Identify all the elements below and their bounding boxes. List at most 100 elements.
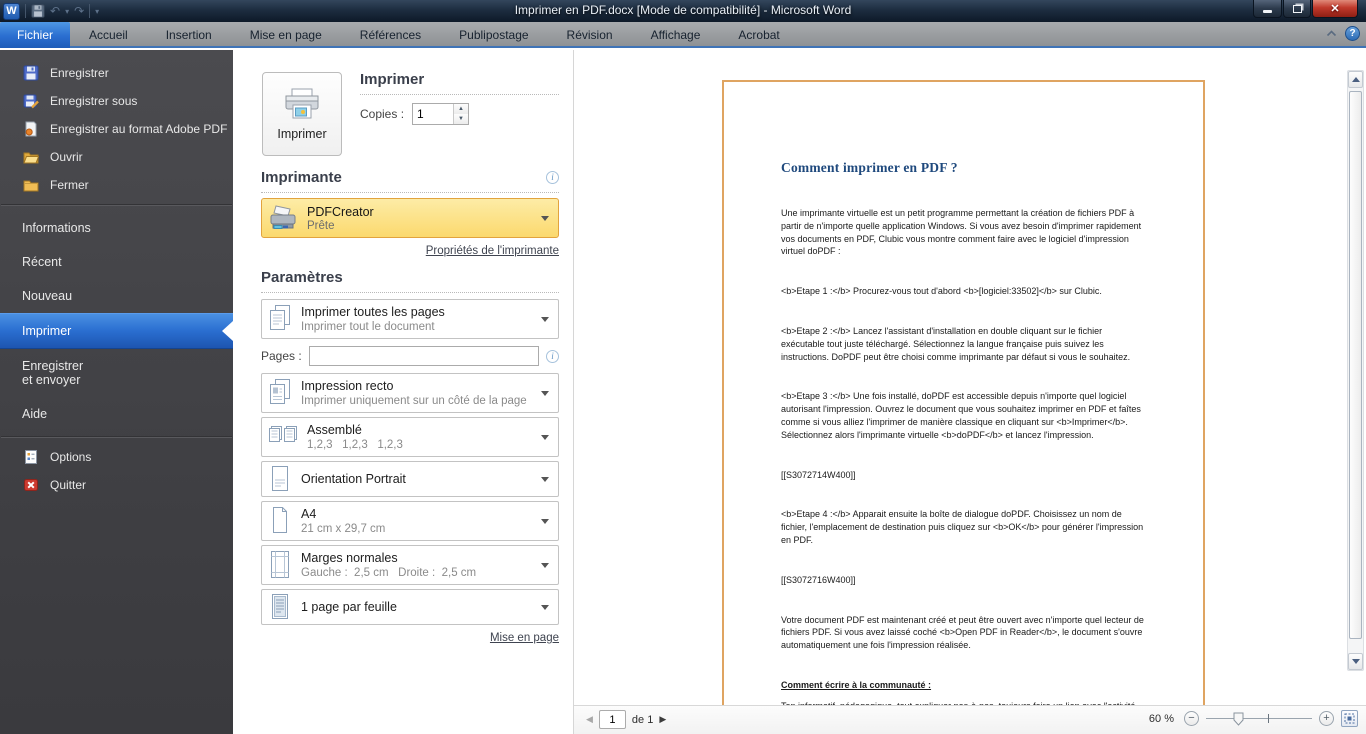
sidebar-item-ouvrir[interactable]: Ouvrir (0, 143, 233, 171)
closed-folder-icon (23, 180, 39, 192)
one-sided-icon (270, 379, 290, 404)
chevron-down-icon (541, 605, 549, 610)
window-title: Imprimer en PDF.docx [Mode de compatibil… (514, 3, 852, 17)
printer-device-icon (270, 205, 296, 229)
sidebar-item-options[interactable]: Options (0, 443, 233, 471)
zoom-slider-center-tick (1268, 714, 1269, 723)
print-section-heading: Imprimer (360, 71, 425, 88)
document-paragraph: <b>Etape 2 :</b> Lancez l'assistant d'in… (781, 325, 1131, 362)
chevron-down-icon (541, 519, 549, 524)
sidebar-item-fermer[interactable]: Fermer (0, 171, 233, 199)
scroll-up-button[interactable] (1348, 71, 1363, 88)
help-icon[interactable]: ? (1345, 26, 1360, 41)
sidebar-item-enregistrer-adobe-pdf[interactable]: Enregistrer au format Adobe PDF (0, 115, 233, 143)
zoom-slider-track (1206, 718, 1312, 719)
collated-icon (269, 426, 297, 442)
copies-input[interactable] (413, 104, 454, 124)
pages-per-sheet-icon (272, 594, 288, 619)
paper-size-icon (273, 507, 287, 533)
document-paragraph: [[S3072716W400]] (781, 574, 856, 585)
orientation-dropdown[interactable]: Orientation Portrait (261, 461, 559, 497)
margins-dropdown[interactable]: Marges normales Gauche : 2,5 cm Droite :… (261, 545, 559, 585)
document-paragraph: [[S3072714W400]] (781, 469, 856, 480)
sidebar-item-label: Enregistrer au format Adobe PDF (50, 122, 228, 136)
divider (360, 94, 559, 95)
restore-icon (1292, 4, 1302, 13)
sidebar-item-nouveau[interactable]: Nouveau (0, 279, 233, 313)
sidebar-item-imprimer[interactable]: Imprimer (0, 313, 233, 349)
printer-select-dropdown[interactable]: PDFCreator Prête (261, 198, 559, 238)
dropdown-title: Assemblé (307, 422, 362, 437)
restore-button[interactable] (1283, 0, 1311, 18)
document-page-preview: Comment imprimer en PDF ? Une imprimante… (722, 80, 1205, 705)
title-bar: W ↶ ▾ ↷ ▾ Imprimer en PDF.docx [Mode de c… (0, 0, 1366, 22)
dropdown-title: A4 (301, 506, 317, 521)
sidebar-item-enregistrer-sous[interactable]: Enregistrer sous (0, 87, 233, 115)
duplex-dropdown[interactable]: Impression recto Imprimer uniquement sur… (261, 373, 559, 413)
minimize-button[interactable] (1253, 0, 1282, 18)
divider (261, 292, 559, 293)
word-application-window: W ↶ ▾ ↷ ▾ Imprimer en PDF.docx [Mode de c… (0, 0, 1366, 734)
preview-scrollbar[interactable] (1347, 70, 1364, 671)
sidebar-item-recent[interactable]: Récent (0, 245, 233, 279)
document-paragraph: Votre document PDF est maintenant créé e… (781, 614, 1144, 651)
document-paragraph: <b>Etape 4 :</b> Apparait ensuite la boî… (781, 509, 1144, 545)
print-range-dropdown[interactable]: Imprimer toutes les pages Imprimer tout … (261, 299, 559, 339)
printer-info-icon[interactable]: i (546, 171, 559, 184)
close-button[interactable]: ✕ (1312, 0, 1358, 18)
dropdown-subtitle: Gauche : 2,5 cm Droite : 2,5 cm (301, 566, 477, 579)
pages-info-icon[interactable]: i (546, 349, 559, 363)
sidebar-item-enregistrer[interactable]: Enregistrer (0, 59, 233, 87)
tab-acrobat[interactable]: Acrobat (719, 22, 798, 48)
orientation-portrait-icon (272, 466, 288, 491)
backstage-view: Enregistrer Enregistrer sous Enregistrer… (0, 50, 1366, 734)
zoom-in-button[interactable]: + (1319, 711, 1334, 726)
sidebar-divider (1, 204, 232, 206)
dropdown-title: Impression recto (301, 378, 394, 393)
minimize-ribbon-icon[interactable] (1326, 30, 1337, 37)
chevron-down-icon (541, 216, 549, 221)
previous-page-icon[interactable]: ◀ (586, 714, 593, 725)
sidebar-item-quitter[interactable]: Quitter (0, 471, 233, 499)
dropdown-subtitle: 1,2,3 1,2,3 1,2,3 (307, 438, 403, 451)
print-preview-area: Comment imprimer en PDF ? Une imprimante… (574, 50, 1366, 705)
dropdown-subtitle: Imprimer uniquement sur un côté de la pa… (301, 394, 527, 407)
copies-decrement-icon[interactable]: ▼ (454, 114, 469, 124)
dropdown-title: Imprimer toutes les pages (301, 304, 445, 319)
paper-size-dropdown[interactable]: A4 21 cm x 29,7 cm (261, 501, 559, 541)
sidebar-divider (1, 436, 232, 438)
printer-properties-link[interactable]: Propriétés de l'imprimante (426, 245, 559, 257)
zoom-percent-label: 60 % (1148, 712, 1174, 725)
tab-fichier[interactable]: Fichier (0, 22, 71, 48)
sidebar-item-informations[interactable]: Informations (0, 211, 233, 245)
save-as-icon (23, 94, 39, 109)
document-paragraph: Une imprimante virtuelle est un petit pr… (781, 208, 1142, 257)
tab-publipostage[interactable]: Publipostage (440, 22, 547, 48)
tab-insertion[interactable]: Insertion (147, 22, 231, 48)
sidebar-item-enregistrer-et-envoyer[interactable]: Enregistrer et envoyer (0, 349, 233, 397)
copies-stepper[interactable]: ▲ ▼ (412, 103, 470, 125)
print-button[interactable]: Imprimer (262, 72, 342, 156)
next-page-icon[interactable]: ▶ (659, 714, 666, 725)
tab-accueil[interactable]: Accueil (70, 22, 147, 48)
current-page-input[interactable] (598, 710, 626, 729)
pages-per-sheet-dropdown[interactable]: 1 page par feuille (261, 589, 559, 625)
pages-range-input[interactable] (308, 346, 539, 366)
fit-page-button[interactable] (1341, 710, 1358, 727)
page-setup-link[interactable]: Mise en page (490, 632, 559, 644)
sidebar-item-label: Options (50, 450, 92, 464)
chevron-down-icon (541, 317, 549, 322)
sidebar-item-aide[interactable]: Aide (0, 397, 233, 431)
tab-revision[interactable]: Révision (548, 22, 632, 48)
zoom-out-button[interactable]: − (1184, 711, 1199, 726)
tab-mise-en-page[interactable]: Mise en page (231, 22, 341, 48)
scroll-down-button[interactable] (1348, 653, 1363, 670)
zoom-slider-thumb[interactable] (1233, 712, 1244, 726)
zoom-slider[interactable] (1206, 711, 1312, 726)
save-icon (23, 65, 39, 81)
collation-dropdown[interactable]: Assemblé 1,2,3 1,2,3 1,2,3 (261, 417, 559, 457)
scrollbar-thumb[interactable] (1349, 91, 1362, 639)
copies-increment-icon[interactable]: ▲ (454, 104, 469, 114)
tab-references[interactable]: Références (341, 22, 440, 48)
tab-affichage[interactable]: Affichage (632, 22, 720, 48)
